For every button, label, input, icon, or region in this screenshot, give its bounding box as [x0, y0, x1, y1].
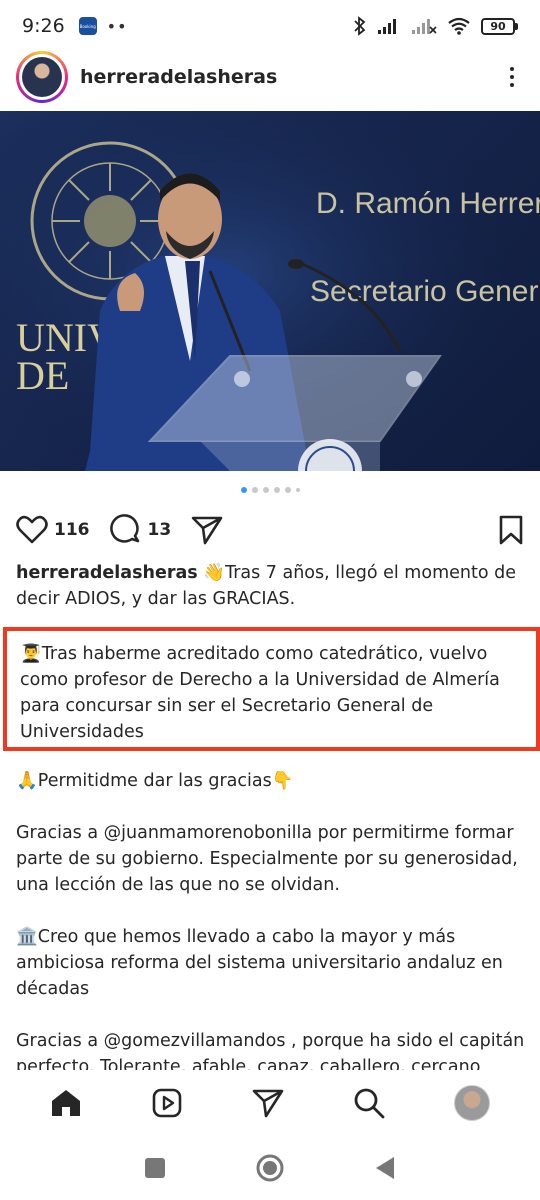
post-image[interactable]: UNIV DE D. Ramón Herrer Secretario Gener [0, 111, 540, 471]
caption-paragraph: Gracias a @gomezvillamandos , porque ha … [16, 1031, 525, 1070]
more-options-icon[interactable] [500, 67, 524, 87]
system-nav [0, 1136, 540, 1200]
search-icon[interactable] [353, 1087, 385, 1119]
author-avatar[interactable] [16, 51, 68, 103]
post-header: herreradelasheras [0, 48, 540, 106]
status-time: 9:26 [22, 15, 65, 37]
svg-text:D. Ramón Herrer: D. Ramón Herrer [316, 187, 540, 220]
carousel-dot [262, 487, 269, 493]
mention-link[interactable]: @juanmamorenobonilla [104, 823, 312, 843]
direct-icon[interactable] [252, 1088, 284, 1118]
reels-icon[interactable] [151, 1087, 183, 1119]
share-action[interactable] [191, 515, 223, 545]
comment-icon[interactable] [109, 514, 142, 546]
carousel-dot [251, 487, 258, 493]
carousel-dot [284, 487, 291, 493]
caption-username[interactable]: herreradelasheras [16, 563, 198, 583]
mention-link[interactable]: @gomezvillamandos [104, 1031, 286, 1051]
svg-text:Secretario Gener: Secretario Gener [310, 275, 538, 308]
action-bar: 116 13 [0, 508, 540, 552]
recents-button[interactable] [144, 1157, 166, 1179]
heart-icon[interactable] [16, 515, 48, 545]
caption-intro: herreradelasheras 👋Tras 7 años, llegó el… [16, 563, 516, 609]
signal-icon [378, 19, 396, 34]
battery-icon: 90 [481, 17, 518, 35]
carousel-dot [295, 488, 300, 492]
carousel-indicator [0, 487, 540, 493]
bookmark-icon[interactable] [498, 515, 524, 545]
back-button[interactable] [374, 1156, 396, 1180]
comment-action[interactable]: 13 [109, 514, 172, 546]
booking-app-icon: Booking [78, 17, 97, 35]
author-username[interactable]: herreradelasheras [80, 66, 277, 88]
status-bar: 9:26 Booking •• 90 [0, 0, 540, 52]
caption-continued: 🙏Permitidme dar las gracias👇 Gracias a @… [16, 768, 528, 1070]
profile-avatar[interactable] [453, 1085, 490, 1121]
bottom-nav [0, 1070, 540, 1136]
home-icon[interactable] [50, 1088, 82, 1118]
caption-paragraph: Gracias a @juanmamorenobonilla por permi… [16, 823, 518, 895]
post-photo: UNIV DE D. Ramón Herrer Secretario Gener [0, 111, 540, 471]
comment-count[interactable]: 13 [148, 520, 172, 540]
caption-paragraph: 🙏Permitidme dar las gracias👇 [16, 771, 294, 791]
svg-text:DE: DE [16, 353, 69, 398]
home-button[interactable] [256, 1154, 284, 1182]
share-icon[interactable] [191, 515, 223, 545]
signal-x-icon [412, 19, 437, 34]
like-count[interactable]: 116 [54, 520, 90, 540]
save-action[interactable] [498, 515, 524, 545]
notification-dots: •• [106, 16, 128, 36]
carousel-dot [273, 487, 280, 493]
bluetooth-icon [354, 16, 366, 36]
like-action[interactable]: 116 [16, 515, 90, 545]
carousel-dot-active [240, 487, 247, 493]
highlighted-caption-paragraph: 👨‍🎓Tras haberme acreditado como catedrát… [3, 627, 540, 751]
wifi-icon [448, 17, 470, 35]
caption-paragraph: 🏛️Creo que hemos llevado a cabo la mayor… [16, 927, 503, 999]
